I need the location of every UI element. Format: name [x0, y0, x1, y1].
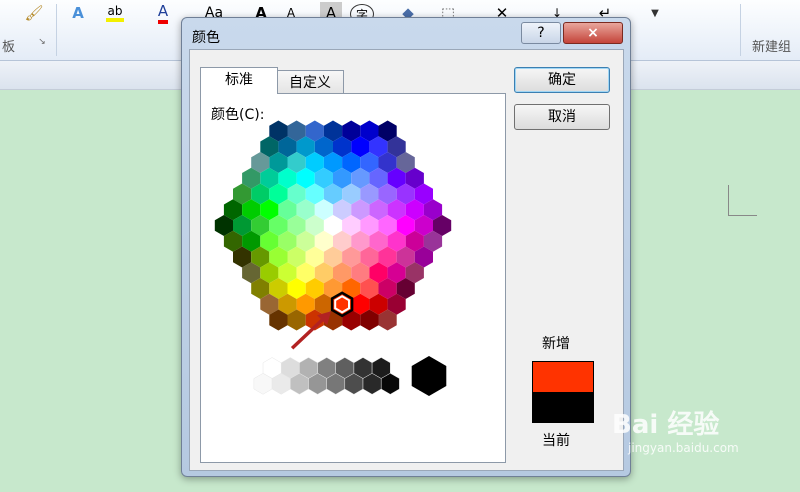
- new-color-swatch: [533, 362, 593, 392]
- tab-panel-standard: 颜色(C):: [200, 93, 506, 463]
- new-color-label: 新增: [542, 336, 570, 352]
- dialog-client: 标准 自定义 颜色(C): 确定 取消 新增 当前: [189, 49, 624, 471]
- tab-standard[interactable]: 标准: [200, 67, 278, 94]
- page-corner-mark: [728, 185, 757, 216]
- dropdown-arrow-icon[interactable]: ▼: [644, 2, 666, 24]
- cancel-button[interactable]: 取消: [514, 104, 610, 130]
- ribbon-separator: [740, 4, 741, 56]
- color-palette[interactable]: [201, 94, 505, 462]
- close-button[interactable]: ×: [563, 22, 623, 44]
- dialog-launcher-icon[interactable]: ↘: [36, 36, 48, 48]
- watermark-url: jingyan.baidu.com: [628, 441, 739, 455]
- color-preview: [532, 361, 594, 423]
- new-group-label: 新建组: [752, 40, 792, 55]
- text-effects-icon[interactable]: A: [64, 2, 92, 24]
- dialog-title: 颜色: [192, 30, 220, 46]
- color-dialog: 颜色 ? × 标准 自定义 颜色(C): 确定 取消 新增 当前: [181, 17, 631, 477]
- watermark-logo: Bai 经验: [612, 410, 720, 440]
- format-painter-icon[interactable]: 🖌: [22, 2, 46, 24]
- current-color-swatch: [533, 392, 593, 422]
- highlight-icon[interactable]: ab: [100, 2, 130, 24]
- current-color-label: 当前: [542, 433, 570, 449]
- watermark: Bai 经验 jingyan.baidu.com: [612, 404, 739, 455]
- black-swatch[interactable]: [411, 356, 447, 396]
- font-color-icon[interactable]: A: [148, 2, 178, 24]
- clipboard-group-label: 板: [2, 40, 16, 55]
- tab-custom[interactable]: 自定义: [276, 70, 344, 95]
- ribbon-separator: [56, 4, 57, 56]
- help-button[interactable]: ?: [521, 22, 561, 44]
- ok-button[interactable]: 确定: [514, 67, 610, 93]
